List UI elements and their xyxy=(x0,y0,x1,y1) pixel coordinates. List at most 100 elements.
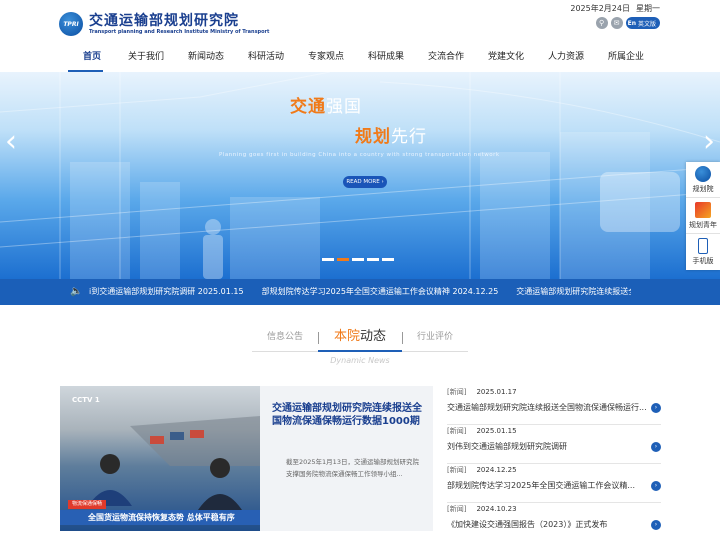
main-nav: 首页 关于我们 新闻动态 科研活动 专家观点 科研成果 交流合作 党建文化 人力… xyxy=(68,45,656,72)
featured-news-summary: 截至2025年1月13日，交通运输部规划研究院支撑国务院物流保通保畅工作领导小组… xyxy=(286,458,419,478)
news-category: [新闻] xyxy=(447,427,467,435)
side-label: 规划院 xyxy=(692,185,714,193)
slide-dot[interactable] xyxy=(322,258,334,261)
news-meta: [新闻] 2024.10.23 xyxy=(447,504,661,514)
news-meta: [新闻] 2025.01.15 xyxy=(447,426,661,436)
site-logo[interactable]: TPRI 交通运输部规划研究院 Transport planning and R… xyxy=(59,12,269,36)
slogan1-rest: 强国 xyxy=(326,97,362,117)
news-category: [新闻] xyxy=(447,388,467,396)
news-row: 部规划院传达学习2025年全国交通运输工作会议精... › xyxy=(447,480,661,491)
news-row: 交通运输部规划研究院连续报送全国物流保通保畅运行... › xyxy=(447,402,661,413)
caption-tag: 物流保通保畅 xyxy=(68,500,107,509)
slogan1-highlight: 交通 xyxy=(290,97,326,117)
news-date: 2024.12.25 xyxy=(476,466,517,474)
lang-badge: En xyxy=(627,19,636,27)
ticker-items: i到交通运输部规划研究院调研 2025.01.15 部规划院传达学习2025年全… xyxy=(89,279,631,305)
nav-item-affiliates[interactable]: 所属企业 xyxy=(596,45,656,72)
news-date: 2024.10.23 xyxy=(476,505,517,513)
arrow-right-icon[interactable]: › xyxy=(651,441,661,452)
hero-banner: 交通强国 规划先行 Planning goes first in buildin… xyxy=(0,72,720,279)
list-item[interactable]: [新闻] 2024.10.23 《加快建设交通强国报告（2023）》正式发布 › xyxy=(447,503,661,540)
slide-dot-active[interactable] xyxy=(337,258,349,261)
tab-institute-news[interactable]: 本院动态 xyxy=(318,326,402,352)
logo-text: 交通运输部规划研究院 Transport planning and Resear… xyxy=(89,13,269,36)
slide-dots xyxy=(322,258,394,261)
list-item[interactable]: [新闻] 2024.12.25 部规划院传达学习2025年全国交通运输工作会议精.… xyxy=(447,464,661,503)
tab-divider xyxy=(318,332,319,344)
current-date: 2025年2月24日 星期一 xyxy=(564,3,660,14)
next-slide-arrow-icon[interactable]: › xyxy=(703,124,715,159)
banner-slogan-line2: 规划先行 xyxy=(355,122,427,147)
nav-item-party[interactable]: 党建文化 xyxy=(476,45,536,72)
tab-highlight: 本院 xyxy=(333,329,360,344)
nav-item-hr[interactable]: 人力资源 xyxy=(536,45,596,72)
slogan2-rest: 先行 xyxy=(391,127,427,147)
side-label: 规划青年 xyxy=(689,221,717,229)
nav-item-achievements[interactable]: 科研成果 xyxy=(356,45,416,72)
ticker-item[interactable]: i到交通运输部规划研究院调研 2025.01.15 xyxy=(89,279,244,305)
logo-emblem-icon: TPRI xyxy=(59,12,83,36)
header-tools: ⚲ ✉ En 英文版 xyxy=(564,17,660,29)
arrow-right-icon[interactable]: › xyxy=(651,402,661,413)
ticker-item[interactable]: 部规划院传达学习2025年全国交通运输工作会议精神 2024.12.25 xyxy=(262,279,499,305)
list-item[interactable]: [新闻] 2025.01.15 刘伟到交通运输部规划研究院调研 › xyxy=(447,425,661,464)
news-row: 《加快建设交通强国报告（2023）》正式发布 › xyxy=(447,519,661,530)
list-item[interactable]: [新闻] 2025.01.17 交通运输部规划研究院连续报送全国物流保通保畅运行.… xyxy=(447,386,661,425)
read-more-button[interactable]: READ MORE › xyxy=(343,176,387,188)
mail-icon[interactable]: ✉ xyxy=(610,17,623,29)
speaker-icon: 🔈 xyxy=(70,286,83,297)
ticker-item[interactable]: 交通运输部规划研究院连续报送全国 xyxy=(516,279,631,305)
slogan2-highlight: 规划 xyxy=(355,127,391,147)
news-category: [新闻] xyxy=(447,505,467,513)
featured-news-title[interactable]: 交通运输部规划研究院连续报送全国物流保通保畅运行数据1000期 xyxy=(272,402,422,428)
nav-item-about[interactable]: 关于我们 xyxy=(116,45,176,72)
news-title[interactable]: 部规划院传达学习2025年全国交通运输工作会议精... xyxy=(447,480,647,491)
slide-dot[interactable] xyxy=(352,258,364,261)
arrow-right-icon[interactable]: › xyxy=(651,519,661,530)
mobile-icon xyxy=(698,238,708,254)
english-version-button[interactable]: En 英文版 xyxy=(625,17,660,29)
news-ticker: 🔈 i到交通运输部规划研究院调研 2025.01.15 部规划院传达学习2025… xyxy=(0,279,720,305)
news-row: 刘伟到交通运输部规划研究院调研 › xyxy=(447,441,661,452)
tabs-subtitle: Dynamic News xyxy=(330,356,390,365)
tab-announcements[interactable]: 信息公告 xyxy=(252,326,318,351)
caption-text: 全国货运物流保持恢复态势 总体平稳有序 xyxy=(88,513,235,522)
search-icon[interactable]: ⚲ xyxy=(595,17,608,29)
featured-news-card[interactable]: CCTV 1 物流保通保畅 全国货运物流保持恢复态势 总体平稳有序 交通运输部规… xyxy=(60,386,433,531)
arrow-right-icon[interactable]: › xyxy=(651,480,661,491)
news-meta: [新闻] 2025.01.17 xyxy=(447,387,661,397)
weekday-text: 星期一 xyxy=(636,4,660,13)
org-name-en: Transport planning and Research Institut… xyxy=(89,28,270,35)
news-tabs: 信息公告 本院动态 行业评价 xyxy=(252,326,468,352)
prev-slide-arrow-icon[interactable]: ‹ xyxy=(5,124,17,159)
slide-dot[interactable] xyxy=(367,258,379,261)
news-title[interactable]: 刘伟到交通运输部规划研究院调研 xyxy=(447,441,647,452)
nav-item-home[interactable]: 首页 xyxy=(68,45,116,72)
side-item-institute[interactable]: 规划院 xyxy=(686,162,720,198)
youth-logo-icon xyxy=(695,202,711,218)
nav-item-news[interactable]: 新闻动态 xyxy=(176,45,236,72)
news-category: [新闻] xyxy=(447,466,467,474)
page: TPRI 交通运输部规划研究院 Transport planning and R… xyxy=(0,0,720,540)
date-text: 2025年2月24日 xyxy=(570,4,630,13)
banner-subtitle: Planning goes first in building China in… xyxy=(219,152,500,158)
header: TPRI 交通运输部规划研究院 Transport planning and R… xyxy=(0,0,720,72)
news-title[interactable]: 《加快建设交通强国报告（2023）》正式发布 xyxy=(447,519,647,530)
lang-label: 英文版 xyxy=(637,20,656,28)
tab-divider xyxy=(402,332,403,344)
tab-industry-review[interactable]: 行业评价 xyxy=(402,326,468,351)
nav-item-research[interactable]: 科研活动 xyxy=(236,45,296,72)
nav-item-exchange[interactable]: 交流合作 xyxy=(416,45,476,72)
side-item-mobile[interactable]: 手机版 xyxy=(686,234,720,270)
nav-item-experts[interactable]: 专家观点 xyxy=(296,45,356,72)
side-float-panel: 规划院 规划青年 手机版 xyxy=(686,162,720,270)
slide-dot[interactable] xyxy=(382,258,394,261)
header-utilities: 2025年2月24日 星期一 ⚲ ✉ En 英文版 xyxy=(564,3,660,29)
featured-news-image[interactable]: CCTV 1 物流保通保畅 全国货运物流保持恢复态势 总体平稳有序 xyxy=(60,386,260,531)
cctv-logo: CCTV 1 xyxy=(72,396,100,404)
news-title[interactable]: 交通运输部规划研究院连续报送全国物流保通保畅运行... xyxy=(447,402,647,413)
news-date: 2025.01.17 xyxy=(476,388,517,396)
side-item-youth[interactable]: 规划青年 xyxy=(686,198,720,234)
news-meta: [新闻] 2024.12.25 xyxy=(447,465,661,475)
news-list: [新闻] 2025.01.17 交通运输部规划研究院连续报送全国物流保通保畅运行.… xyxy=(447,386,661,540)
